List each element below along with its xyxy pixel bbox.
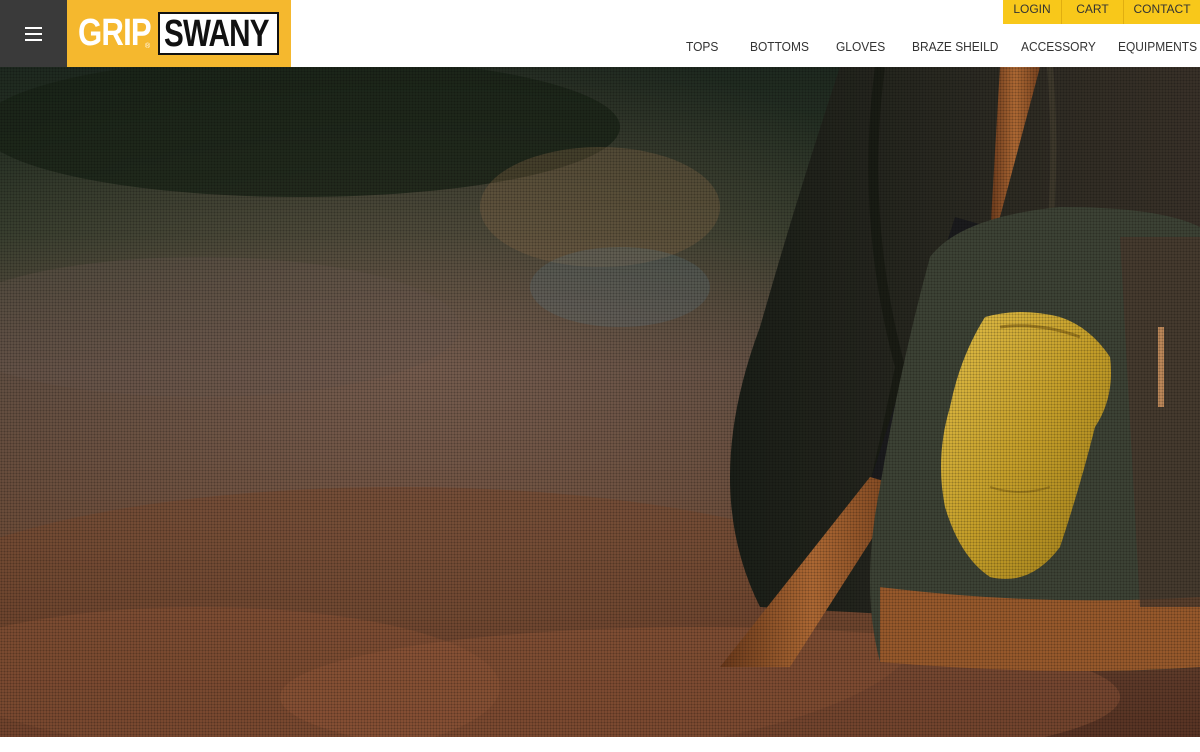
utility-nav: LOGIN CART CONTACT	[1003, 0, 1200, 24]
hamburger-menu-icon	[25, 27, 42, 29]
hero-image	[0, 67, 1200, 737]
nav-item-braze-sheild[interactable]: BRAZE SHEILD	[912, 38, 998, 56]
brand-logo[interactable]: GRIP ® SWANY	[67, 0, 291, 67]
hamburger-menu-icon-bar	[25, 33, 42, 35]
nav-item-accessory[interactable]: ACCESSORY	[1021, 38, 1096, 56]
login-link[interactable]: LOGIN	[1003, 0, 1061, 24]
hero-photo-illustration	[0, 67, 1200, 737]
nav-item-tops[interactable]: TOPS	[686, 38, 718, 56]
page-bottom-strip	[0, 737, 1200, 752]
main-nav: TOPS BOTTOMS GLOVES BRAZE SHEILD ACCESSO…	[0, 38, 1200, 56]
nav-item-gloves[interactable]: GLOVES	[836, 38, 885, 56]
site-header: GRIP ® SWANY LOGIN CART CONTACT TOPS BOT…	[0, 0, 1200, 67]
cart-link[interactable]: CART	[1061, 0, 1123, 24]
hamburger-menu-button[interactable]	[0, 0, 67, 67]
nav-item-bottoms[interactable]: BOTTOMS	[750, 38, 809, 56]
nav-item-equipments[interactable]: EQUIPMENTS	[1118, 38, 1197, 56]
contact-link[interactable]: CONTACT	[1123, 0, 1200, 24]
